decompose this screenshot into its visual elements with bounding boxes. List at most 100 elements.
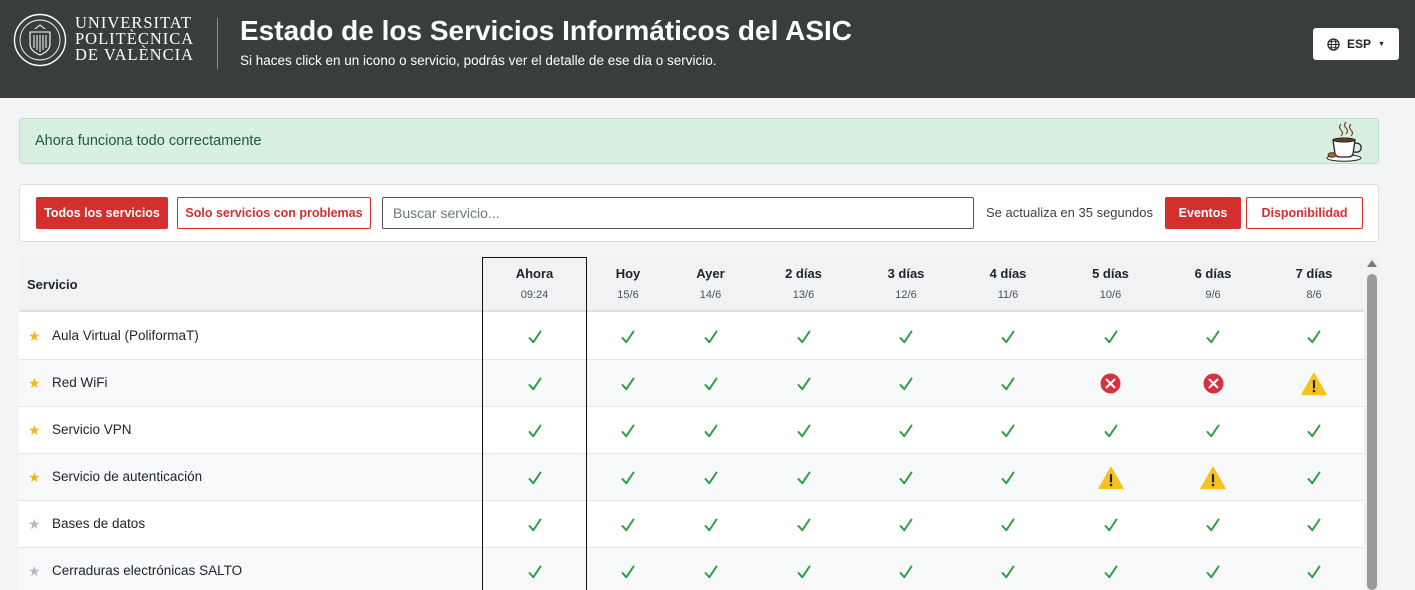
column-header-7[interactable]: 6 días 9/6 <box>1162 257 1264 312</box>
status-cell[interactable] <box>483 454 586 501</box>
status-cell[interactable] <box>587 454 669 501</box>
status-cell[interactable] <box>669 360 752 407</box>
star-icon[interactable]: ★ <box>28 517 41 531</box>
status-cell[interactable] <box>669 454 752 501</box>
status-cell[interactable] <box>752 407 855 454</box>
status-cell[interactable] <box>1162 548 1264 590</box>
column-header-2[interactable]: Ayer 14/6 <box>669 257 752 312</box>
status-cell[interactable] <box>1162 454 1264 501</box>
status-cell[interactable] <box>752 501 855 548</box>
status-cell[interactable] <box>483 360 586 407</box>
check-icon <box>704 565 717 578</box>
check-icon <box>797 377 810 390</box>
status-cell[interactable] <box>957 360 1059 407</box>
status-cell[interactable] <box>1059 501 1162 548</box>
star-icon[interactable]: ★ <box>28 423 41 437</box>
status-cell[interactable] <box>855 548 957 590</box>
column-header-1[interactable]: Hoy 15/6 <box>587 257 669 312</box>
status-cell[interactable] <box>1162 360 1264 407</box>
check-icon <box>1001 471 1015 484</box>
check-icon <box>528 518 541 531</box>
university-name-line3: DE VALÈNCIA <box>75 45 195 64</box>
column-header-5[interactable]: 4 días 11/6 <box>957 257 1059 312</box>
status-cell[interactable] <box>1059 360 1162 407</box>
availability-button[interactable]: Disponibilidad <box>1246 197 1363 229</box>
column-header-8[interactable]: 7 días 8/6 <box>1264 257 1364 312</box>
status-cell[interactable] <box>1162 501 1264 548</box>
service-name[interactable]: Servicio VPN <box>52 422 132 437</box>
status-cell[interactable] <box>1264 360 1364 407</box>
service-name[interactable]: Aula Virtual (PoliformaT) <box>52 328 199 343</box>
check-icon <box>704 330 717 343</box>
scrollbar-thumb[interactable] <box>1367 274 1377 590</box>
status-cell[interactable] <box>1059 407 1162 454</box>
status-cell[interactable] <box>957 454 1059 501</box>
star-icon[interactable]: ★ <box>28 470 41 484</box>
status-cell[interactable] <box>587 548 669 590</box>
status-cell[interactable] <box>1162 407 1264 454</box>
column-header-4[interactable]: 3 días 12/6 <box>855 257 957 312</box>
status-cell[interactable] <box>669 407 752 454</box>
status-cell[interactable] <box>855 454 957 501</box>
status-cell[interactable] <box>1264 501 1364 548</box>
service-name[interactable]: Cerraduras electrónicas SALTO <box>52 563 242 578</box>
check-icon <box>899 377 913 390</box>
table-scrollbar[interactable] <box>1365 257 1379 590</box>
status-cell[interactable] <box>1059 454 1162 501</box>
status-cell[interactable] <box>855 407 957 454</box>
check-icon <box>1206 330 1220 343</box>
status-cell[interactable] <box>483 548 586 590</box>
status-cell[interactable] <box>669 313 752 360</box>
events-button[interactable]: Eventos <box>1165 197 1241 229</box>
status-cell[interactable] <box>957 313 1059 360</box>
all-services-button[interactable]: Todos los servicios <box>36 197 168 229</box>
status-cell[interactable] <box>752 548 855 590</box>
check-icon <box>528 424 541 437</box>
status-cell[interactable] <box>483 501 586 548</box>
status-cell[interactable] <box>1264 548 1364 590</box>
problem-services-button[interactable]: Solo servicios con problemas <box>177 197 371 229</box>
service-name[interactable]: Red WiFi <box>52 375 108 390</box>
status-cell[interactable] <box>587 407 669 454</box>
service-name[interactable]: Bases de datos <box>52 516 145 531</box>
status-cell[interactable] <box>752 360 855 407</box>
status-cell[interactable] <box>1264 454 1364 501</box>
status-cell[interactable] <box>855 360 957 407</box>
upv-logo[interactable]: UNIVERSITAT POLITÈCNICA DE VALÈNCIA <box>13 13 193 67</box>
status-cell[interactable] <box>1162 313 1264 360</box>
status-cell[interactable] <box>669 501 752 548</box>
status-cell[interactable] <box>855 313 957 360</box>
status-cell[interactable] <box>669 548 752 590</box>
check-icon <box>621 471 635 484</box>
status-cell[interactable] <box>483 407 586 454</box>
column-header-6[interactable]: 5 días 10/6 <box>1059 257 1162 312</box>
status-cell[interactable] <box>483 313 586 360</box>
status-cell[interactable] <box>752 313 855 360</box>
status-cell[interactable] <box>957 501 1059 548</box>
status-cell[interactable] <box>587 501 669 548</box>
status-cell[interactable] <box>957 548 1059 590</box>
column-label: 7 días <box>1295 266 1333 281</box>
status-cell[interactable] <box>587 360 669 407</box>
status-cell[interactable] <box>587 313 669 360</box>
status-cell[interactable] <box>1264 407 1364 454</box>
check-icon <box>1307 471 1321 484</box>
star-icon[interactable]: ★ <box>28 329 41 343</box>
search-input[interactable] <box>382 197 974 229</box>
status-cell[interactable] <box>957 407 1059 454</box>
star-icon[interactable]: ★ <box>28 376 41 390</box>
service-name[interactable]: Servicio de autenticación <box>52 469 202 484</box>
column-header-3[interactable]: 2 días 13/6 <box>752 257 855 312</box>
column-header-0[interactable]: Ahora 09:24 <box>483 257 586 312</box>
star-icon[interactable]: ★ <box>28 564 41 578</box>
check-icon <box>899 424 913 437</box>
warning-triangle-icon <box>1097 466 1124 489</box>
language-selector-button[interactable]: ESP ▼ <box>1313 28 1399 60</box>
status-cell[interactable] <box>1059 313 1162 360</box>
check-icon <box>528 377 541 390</box>
status-cell[interactable] <box>752 454 855 501</box>
status-cell[interactable] <box>1059 548 1162 590</box>
status-cell[interactable] <box>855 501 957 548</box>
status-cell[interactable] <box>1264 313 1364 360</box>
scroll-up-icon[interactable] <box>1367 260 1377 267</box>
